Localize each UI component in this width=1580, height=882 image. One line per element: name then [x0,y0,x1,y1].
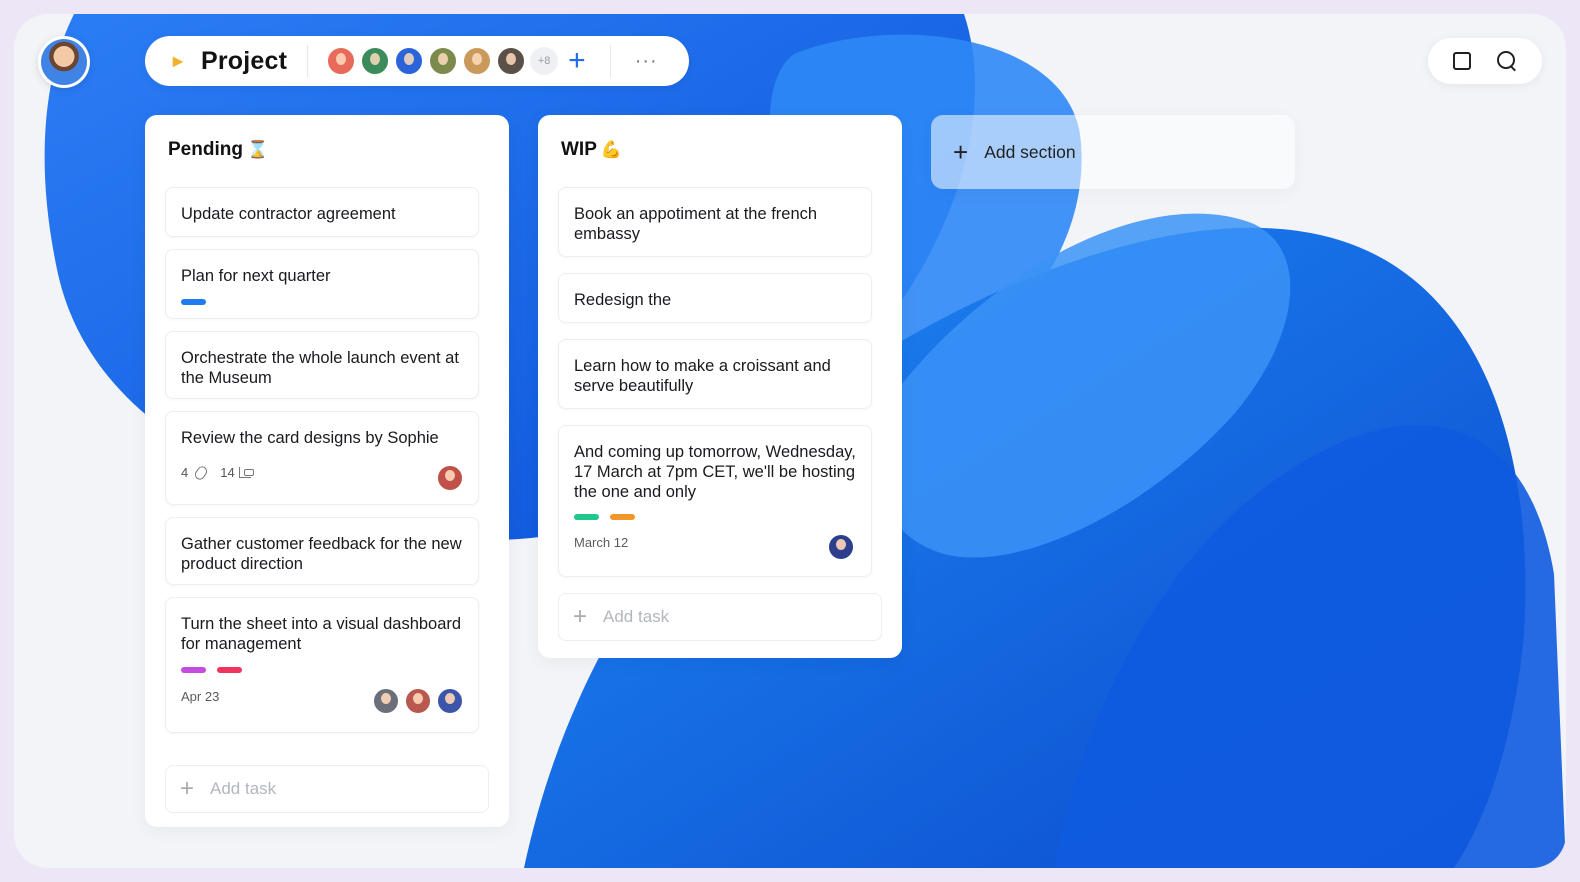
plus-icon: + [573,603,588,630]
label-tag [610,514,635,520]
due-date: Apr 23 [181,689,220,704]
more-options-icon[interactable]: ··· [635,50,658,73]
add-section-label: Add section [984,141,1076,162]
task-card[interactable]: Gather customer feedback for the new pro… [165,517,479,585]
task-meta: 4 14 [181,463,254,482]
column-title[interactable]: WIP 💪 [561,139,622,161]
task-title: And coming up tomorrow, Wednesday, 17 Ma… [574,443,856,501]
add-task-label: Add task [210,779,277,798]
column-pending: Pending ⌛ Update contractor agreement Pla… [145,115,509,827]
paperclip-icon [193,463,210,482]
column-title[interactable]: Pending ⌛ [168,139,268,161]
megaphone-icon: ► [169,50,187,71]
task-card[interactable]: Orchestrate the whole launch event at th… [165,331,479,399]
task-card[interactable]: And coming up tomorrow, Wednesday, 17 Ma… [558,425,872,577]
member-avatar[interactable] [394,46,425,76]
project-header: ► Project +8 + ··· [145,36,689,86]
label-tag [181,299,206,305]
due-date: March 12 [574,535,629,550]
task-card[interactable]: Plan for next quarter [165,249,479,319]
divider [609,45,611,77]
add-section-button[interactable]: + Add section [931,115,1295,189]
assignee-avatar[interactable] [404,687,432,715]
task-title: Review the card designs by Sophie [181,429,439,447]
label-tag [181,667,206,673]
assignee-avatar[interactable] [827,533,855,561]
hourglass-icon: ⌛ [246,140,269,159]
task-title: Turn the sheet into a visual dashboard f… [181,615,462,653]
task-card[interactable]: Book an appotiment at the french embassy [558,187,872,257]
column-wip: WIP 💪 Book an appotiment at the french em… [538,115,902,658]
search-icon[interactable] [1497,51,1517,71]
assignee-avatar[interactable] [372,687,400,715]
label-tag [217,667,242,673]
top-right-toolbar [1428,38,1542,84]
subtask-icon [238,467,254,478]
member-avatar[interactable] [326,46,357,76]
add-task-button[interactable]: + Add task [165,765,489,813]
task-card[interactable]: Update contractor agreement [165,187,479,237]
more-members-count[interactable]: +8 [530,47,559,75]
task-title: Redesign the [574,291,672,309]
current-user-avatar[interactable] [38,36,90,88]
square-icon[interactable] [1453,52,1471,70]
assignee-avatar[interactable] [436,464,464,492]
task-card[interactable]: Turn the sheet into a visual dashboard f… [165,597,479,733]
label-tag [574,514,599,520]
member-avatars: +8 + [326,46,586,76]
task-title: Book an appotiment at the french embassy [574,205,818,243]
task-title: Gather customer feedback for the new pro… [181,535,462,573]
plus-icon: + [180,775,195,802]
app-window: ► Project +8 + ··· Pending ⌛ Update contr… [14,14,1566,868]
task-title: Update contractor agreement [181,205,396,223]
subtask-count: 14 [220,465,235,480]
attachment-count: 4 [181,465,189,480]
member-avatar[interactable] [462,46,493,76]
task-card[interactable]: Redesign the [558,273,872,323]
flexed-biceps-icon: 💪 [600,140,623,159]
task-card[interactable]: Learn how to make a croissant and serve … [558,339,872,409]
divider [307,45,309,77]
task-title: Orchestrate the whole launch event at th… [181,349,459,387]
task-card[interactable]: Review the card designs by Sophie 4 14 [165,411,479,505]
member-avatar[interactable] [496,46,527,76]
add-member-button[interactable]: + [568,46,586,76]
member-avatar[interactable] [360,46,391,76]
plus-icon: + [953,136,969,167]
task-title: Plan for next quarter [181,267,331,285]
assignee-avatar[interactable] [436,687,464,715]
task-title: Learn how to make a croissant and serve … [574,357,831,395]
project-title[interactable]: Project [201,47,287,76]
member-avatar[interactable] [428,46,459,76]
add-task-label: Add task [603,607,670,626]
add-task-button[interactable]: + Add task [558,593,882,641]
